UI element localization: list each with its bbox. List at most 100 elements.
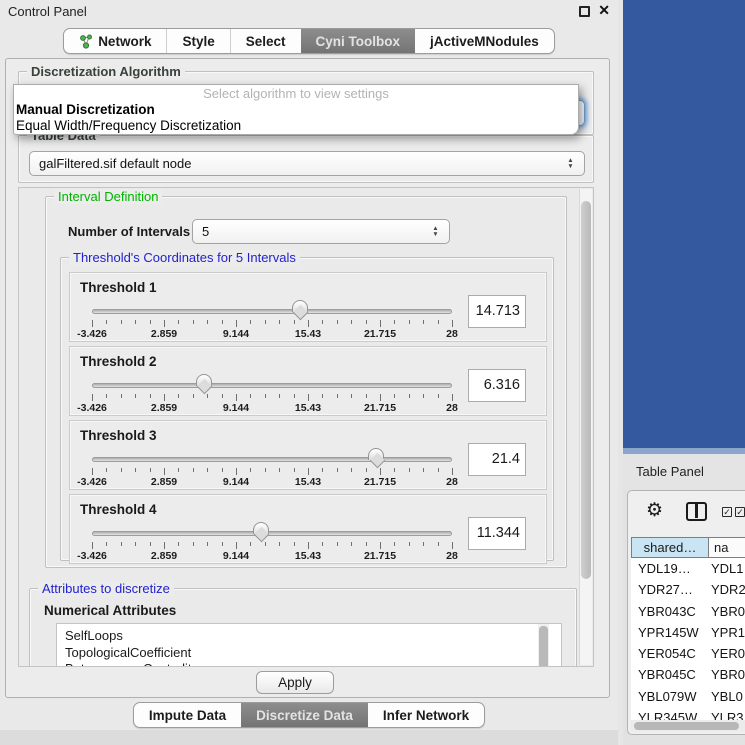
gear-icon[interactable]: ⚙	[646, 499, 663, 522]
slider-tick	[106, 468, 107, 472]
slider-tick	[193, 320, 194, 324]
tab-impute-data[interactable]: Impute Data	[134, 703, 241, 727]
tab-jactivemnodules[interactable]: jActiveMNodules	[415, 29, 554, 53]
slider-tick	[409, 394, 410, 398]
cell-name: YDL1	[707, 558, 745, 579]
table-row[interactable]: YBR043CYBR0	[631, 601, 745, 622]
slider-tick	[92, 542, 93, 549]
threshold-slider-handle[interactable]	[292, 300, 308, 312]
table-row[interactable]: YPR145WYPR1	[631, 622, 745, 643]
bottom-strip	[0, 730, 618, 745]
table-row[interactable]: YBL079WYBL0	[631, 686, 745, 707]
table-row[interactable]: YER054CYER0	[631, 643, 745, 664]
settings-vertical-scrollbar[interactable]	[579, 189, 592, 665]
threshold-slider-track[interactable]	[92, 383, 452, 388]
column-header-shared[interactable]: shared…	[631, 537, 709, 558]
tab-cyni-toolbox[interactable]: Cyni Toolbox	[301, 29, 416, 53]
threshold-value-field[interactable]: 6.316	[468, 369, 526, 402]
slider-tick-label: 21.715	[364, 328, 396, 340]
table-panel-title: Table Panel	[636, 464, 704, 479]
slider-tick	[322, 394, 323, 398]
cell-shared-name: YBR043C	[631, 601, 707, 622]
control-panel-window: Control Panel ✕ NetworkStyleSelectCyni T…	[0, 0, 618, 745]
slider-tick-label: 9.144	[223, 550, 249, 562]
tab-infer-network[interactable]: Infer Network	[368, 703, 484, 727]
slider-tick	[236, 320, 237, 327]
slider-tick	[366, 320, 367, 324]
slider-tick	[351, 468, 352, 472]
group-title: Attributes to discretize	[38, 581, 174, 596]
number-of-intervals-value: 5	[202, 224, 209, 239]
slider-tick	[106, 394, 107, 398]
split-columns-icon[interactable]	[686, 502, 707, 521]
threshold-value-field[interactable]: 21.4	[468, 443, 526, 476]
slider-tick	[193, 394, 194, 398]
slider-tick	[423, 542, 424, 546]
table-row[interactable]: YBR045CYBR0	[631, 664, 745, 685]
attribute-list-item[interactable]: TopologicalCoefficient	[65, 645, 561, 662]
threshold-slider-handle[interactable]	[253, 522, 269, 534]
table-row[interactable]: YLR345WYLR3	[631, 707, 745, 720]
table-row[interactable]: YDR27…YDR2	[631, 579, 745, 600]
group-title: Threshold's Coordinates for 5 Intervals	[69, 250, 300, 265]
slider-tick	[222, 468, 223, 472]
apply-button[interactable]: Apply	[256, 671, 334, 694]
table-panel-body: ⚙ ✓ ✓ shared… na YDL19…YDL1YDR27…YDR2YBR…	[627, 490, 745, 735]
attribute-list-item[interactable]: BetweennessCentrality	[65, 661, 561, 667]
group-title: Discretization Algorithm	[27, 64, 185, 79]
close-icon[interactable]: ✕	[598, 2, 610, 19]
threshold-value-field[interactable]: 11.344	[468, 517, 526, 550]
algorithm-dropdown-popup: Select algorithm to view settings Manual…	[13, 84, 579, 135]
checkbox-icon[interactable]: ✓	[735, 507, 745, 517]
slider-tick	[250, 542, 251, 546]
slider-tick-label: 21.715	[364, 476, 396, 488]
algorithm-option-equal-width-frequency-discretization[interactable]: Equal Width/Frequency Discretization	[14, 118, 578, 134]
threshold-value-field[interactable]: 14.713	[468, 295, 526, 328]
slider-tick-label: -3.426	[77, 550, 107, 562]
algorithm-option-manual-discretization[interactable]: Manual Discretization	[14, 102, 578, 118]
slider-tick	[279, 320, 280, 324]
slider-tick-label: 2.859	[151, 328, 177, 340]
tab-style[interactable]: Style	[166, 29, 229, 53]
table-row[interactable]: YDL19…YDL1	[631, 558, 745, 579]
table-rows: YDL19…YDL1YDR27…YDR2YBR043CYBR0YPR145WYP…	[631, 558, 745, 720]
table-horizontal-scrollbar[interactable]	[631, 720, 745, 732]
slider-tick	[294, 320, 295, 324]
table-data-combobox[interactable]: galFiltered.sif default node ▲▼	[29, 151, 585, 176]
threshold-slider-track[interactable]	[92, 309, 452, 314]
slider-tick-label: 28	[446, 402, 458, 414]
slider-tick	[294, 468, 295, 472]
threshold-slider-track[interactable]	[92, 457, 452, 462]
threshold-panel: Threshold 3-3.4262.8599.14415.4321.71528…	[69, 420, 547, 490]
slider-tick	[423, 468, 424, 472]
slider-tick	[452, 320, 453, 327]
threshold-slider-handle[interactable]	[368, 448, 384, 460]
slider-tick	[265, 394, 266, 398]
slider-tick	[207, 468, 208, 472]
table-toolbar: ⚙ ✓ ✓	[628, 491, 745, 535]
algorithm-prompt-item[interactable]: Select algorithm to view settings	[14, 85, 578, 102]
tab-network[interactable]: Network	[64, 29, 166, 53]
checkbox-icon[interactable]: ✓	[722, 507, 732, 517]
cell-name: YLR3	[707, 707, 745, 720]
numerical-attributes-list[interactable]: SelfLoopsTopologicalCoefficientBetweenne…	[56, 623, 562, 667]
tab-select[interactable]: Select	[230, 29, 301, 53]
slider-tick	[438, 468, 439, 472]
threshold-slider-handle[interactable]	[196, 374, 212, 386]
slider-tick	[222, 542, 223, 546]
slider-tick-label: 15.43	[295, 402, 321, 414]
tab-label: Style	[182, 34, 214, 49]
tab-discretize-data[interactable]: Discretize Data	[241, 703, 368, 727]
attribute-list-item[interactable]: SelfLoops	[65, 628, 561, 645]
cell-name: YPR1	[707, 622, 745, 643]
number-of-intervals-combobox[interactable]: 5 ▲▼	[192, 219, 450, 244]
slider-tick	[394, 542, 395, 546]
column-header-name[interactable]: na	[709, 537, 745, 558]
slider-tick	[135, 542, 136, 546]
slider-tick	[409, 320, 410, 324]
threshold-slider-track[interactable]	[92, 531, 452, 536]
slider-tick	[178, 394, 179, 398]
attributes-list-scrollbar[interactable]	[538, 624, 549, 667]
float-window-icon[interactable]	[579, 6, 590, 17]
threshold-panel: Threshold 4-3.4262.8599.14415.4321.71528…	[69, 494, 547, 564]
